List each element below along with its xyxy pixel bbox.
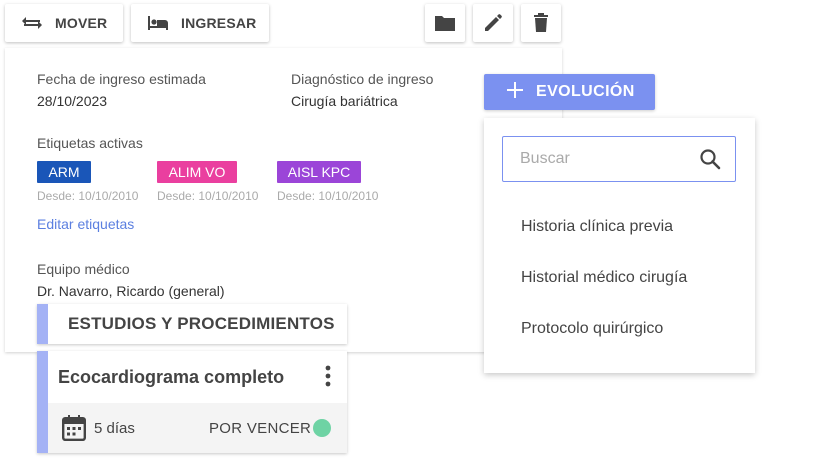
diagnosis-value: Cirugía bariátrica bbox=[291, 93, 398, 109]
diagnosis-label: Diagnóstico de ingreso bbox=[291, 71, 434, 87]
delete-button[interactable] bbox=[521, 4, 561, 42]
menu-item-previous-history[interactable]: Historia clínica previa bbox=[521, 218, 673, 236]
tag-alim-vo: ALIM VO bbox=[157, 161, 237, 183]
evolution-button-label: EVOLUCIÓN bbox=[536, 83, 635, 100]
search-icon[interactable] bbox=[699, 148, 721, 175]
admission-date-value: 28/10/2023 bbox=[37, 93, 108, 109]
tag-since-date: Desde: 10/10/2010 bbox=[37, 189, 139, 203]
tag-aisl-kpc: AISL KPC bbox=[277, 161, 361, 183]
plus-icon bbox=[506, 81, 524, 104]
medical-team-label: Equipo médico bbox=[37, 261, 130, 277]
study-status: POR VENCER bbox=[209, 420, 312, 437]
tag-arm: ARM bbox=[37, 161, 91, 183]
trash-icon bbox=[532, 13, 550, 33]
studies-section-header: ESTUDIOS Y PROCEDIMIENTOS bbox=[37, 304, 347, 344]
bed-icon bbox=[147, 14, 169, 32]
tag-since-date: Desde: 10/10/2010 bbox=[277, 189, 379, 203]
study-card-footer: 5 días POR VENCER bbox=[48, 403, 347, 453]
more-options-icon[interactable] bbox=[325, 365, 331, 392]
medical-team-value: Dr. Navarro, Ricardo (general) bbox=[37, 283, 225, 299]
admit-button-label: INGRESAR bbox=[181, 15, 257, 31]
active-tags-label: Etiquetas activas bbox=[37, 135, 143, 151]
study-card[interactable]: Ecocardiograma completo 5 días POR VENCE… bbox=[37, 351, 347, 453]
search-input[interactable] bbox=[503, 150, 683, 168]
swap-arrows-icon bbox=[21, 14, 43, 32]
admit-button[interactable]: INGRESAR bbox=[131, 4, 269, 42]
evolution-dropdown-menu: Historia clínica previa Historial médico… bbox=[484, 118, 755, 373]
pencil-icon bbox=[483, 13, 503, 33]
edit-tags-link[interactable]: Editar etiquetas bbox=[37, 216, 134, 232]
admission-date-label: Fecha de ingreso estimada bbox=[37, 71, 206, 87]
search-field bbox=[502, 136, 736, 182]
menu-item-surgical-protocol[interactable]: Protocolo quirúrgico bbox=[521, 320, 663, 338]
folder-icon bbox=[434, 14, 456, 32]
menu-item-surgery-history[interactable]: Historial médico cirugía bbox=[521, 269, 687, 287]
evolution-button[interactable]: EVOLUCIÓN bbox=[484, 74, 655, 110]
move-button[interactable]: MOVER bbox=[5, 4, 123, 42]
study-days: 5 días bbox=[94, 420, 135, 437]
status-indicator-dot bbox=[313, 419, 331, 437]
move-button-label: MOVER bbox=[55, 15, 108, 31]
folder-button[interactable] bbox=[425, 4, 465, 42]
tag-since-date: Desde: 10/10/2010 bbox=[157, 189, 259, 203]
study-title: Ecocardiograma completo bbox=[58, 367, 285, 387]
calendar-icon bbox=[62, 415, 87, 446]
edit-button[interactable] bbox=[473, 4, 513, 42]
